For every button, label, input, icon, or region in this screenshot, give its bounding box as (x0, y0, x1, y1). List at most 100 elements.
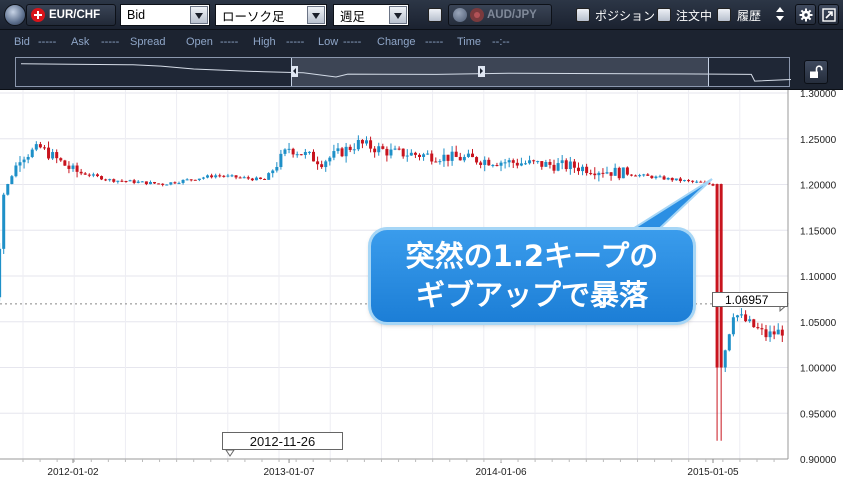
candle-body (377, 146, 381, 153)
candle-body (38, 144, 42, 148)
candle-body (401, 148, 405, 157)
navigator-left-handle[interactable] (291, 66, 298, 77)
annotation-callout: 突然の1.2キープの ギブアップで暴落 (371, 230, 693, 322)
candle-body (389, 149, 393, 156)
candle-body (556, 163, 560, 171)
navigator-selected-range[interactable] (291, 58, 709, 86)
candle-body (352, 149, 356, 151)
candle-body (14, 165, 18, 177)
candle-body (597, 172, 601, 176)
candle-body (748, 319, 752, 322)
candle-body (316, 161, 320, 165)
candle-body (87, 174, 91, 176)
candle-body (303, 151, 307, 155)
candle-body (764, 329, 768, 338)
candle-body (568, 161, 572, 170)
candle-body (548, 161, 552, 165)
candle-body (2, 194, 6, 249)
candle-body (670, 177, 674, 181)
navigator-track[interactable] (15, 57, 791, 87)
chart-type-dropdown[interactable]: ローソク足 (215, 4, 327, 26)
candle-body (116, 180, 120, 182)
candle-body (42, 147, 46, 149)
price-type-dropdown[interactable]: Bid (120, 4, 210, 26)
candle-body (405, 155, 409, 157)
candle-body (230, 175, 234, 177)
globe-icon[interactable] (4, 4, 26, 26)
candle-body (271, 170, 275, 174)
candle-body (756, 327, 760, 329)
candle-body (491, 165, 495, 167)
candle-body (666, 177, 670, 180)
scroll-arrows-icon[interactable] (775, 4, 785, 26)
x-tick-label: 2013-01-07 (263, 467, 315, 478)
y-tick-label: 1.25000 (800, 135, 837, 146)
candle-body (250, 178, 254, 181)
candle-body (320, 164, 324, 168)
history-checkbox[interactable] (717, 8, 731, 22)
candle-body (173, 182, 177, 184)
candle-body (108, 179, 112, 181)
candle-body (279, 153, 283, 167)
candle-body (740, 314, 744, 316)
navigator-right-handle[interactable] (478, 66, 485, 77)
chart-area[interactable]: 1.30000 1.25000 1.20000 1.15000 1.10000 1.050… (0, 90, 843, 486)
candle-body (30, 149, 34, 157)
chevron-down-icon[interactable] (307, 6, 325, 24)
candle-body (760, 328, 764, 330)
candle-body (638, 175, 642, 177)
candle-body (210, 175, 214, 178)
candle-body (63, 160, 67, 166)
position-checkbox[interactable] (576, 8, 590, 22)
chevron-down-icon[interactable] (190, 6, 208, 24)
candle-body (519, 163, 523, 166)
symbol-selector[interactable]: EUR/CHF (26, 4, 116, 26)
candle-body (629, 174, 633, 176)
candle-body (165, 184, 169, 186)
y-tick-label: 1.20000 (800, 181, 837, 192)
compare-symbol-selector[interactable]: AUD/JPY (448, 4, 552, 26)
candle-body (731, 317, 735, 335)
period-dropdown[interactable]: 週足 (333, 4, 409, 26)
candle-body (136, 181, 140, 183)
candle-body (434, 161, 438, 163)
candle-body (483, 159, 487, 165)
compare-checkbox[interactable] (428, 8, 442, 22)
lock-icon (810, 65, 823, 78)
candle-body (283, 149, 287, 154)
lock-button[interactable] (804, 60, 828, 84)
candle-body (446, 154, 450, 161)
candle-body (128, 180, 132, 182)
y-tick-label: 1.10000 (800, 272, 837, 283)
candle-body (422, 154, 426, 157)
candle-body (328, 157, 332, 162)
candle-body (699, 181, 703, 183)
candle-body (397, 148, 401, 150)
candle-body (711, 184, 715, 186)
settings-button[interactable] (795, 4, 816, 25)
candle-body (430, 153, 434, 162)
candle-body (503, 162, 507, 164)
popout-button[interactable] (818, 4, 839, 25)
candle-body (104, 179, 108, 181)
candle-body (662, 176, 666, 180)
bid-value: ----- (38, 36, 57, 48)
candle-body (0, 248, 2, 298)
annotation-line-1: 突然の1.2キープの (405, 239, 659, 273)
candle-body (67, 165, 71, 169)
candle-body (132, 180, 136, 183)
candle-body (34, 144, 38, 150)
candle-body (409, 152, 413, 156)
candle-body (735, 315, 739, 318)
candle-body (719, 184, 723, 368)
candle-body (222, 175, 226, 177)
candle-body (234, 175, 238, 178)
candle-body (654, 176, 658, 179)
candle-body (544, 161, 548, 167)
chevron-down-icon[interactable] (389, 6, 407, 24)
candle-body (340, 148, 344, 157)
order-checkbox[interactable] (657, 8, 671, 22)
candle-body (144, 181, 148, 185)
candle-body (344, 146, 348, 157)
candle-body (515, 162, 519, 166)
